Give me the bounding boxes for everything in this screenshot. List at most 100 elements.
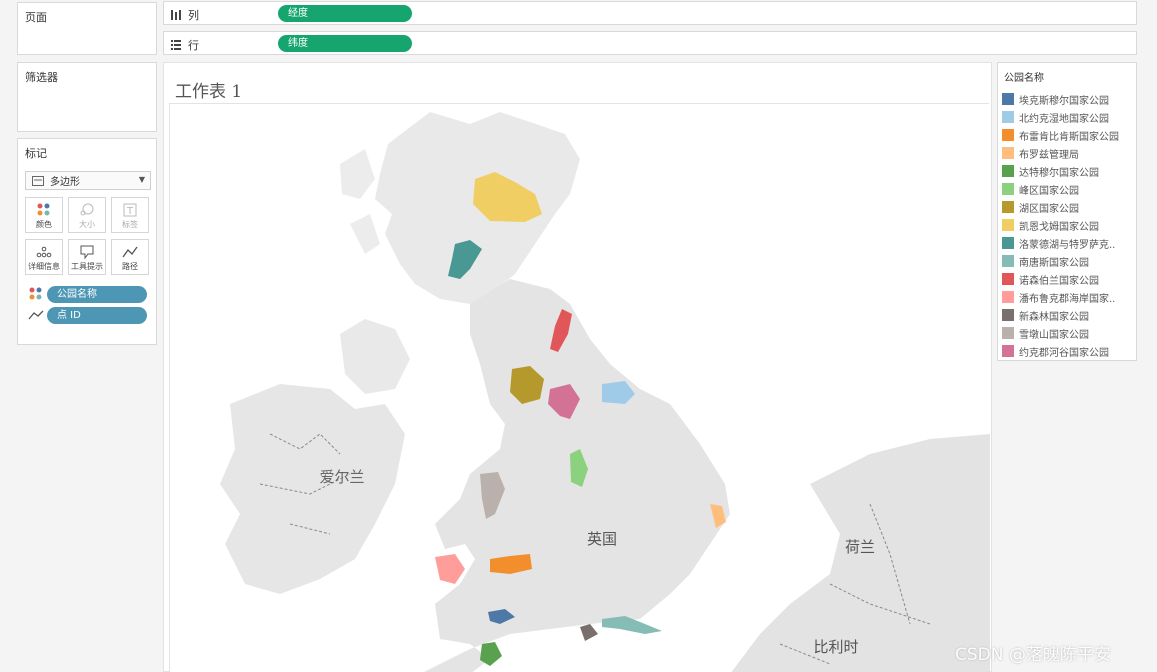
legend-item[interactable]: 布雷肯比肯斯国家公园 [1002, 127, 1119, 143]
landmass-islands [340, 149, 380, 254]
legend-swatch [1002, 273, 1014, 285]
color-pill-row: 公园名称 [28, 285, 147, 303]
latitude-pill[interactable]: 纬度 [278, 35, 412, 52]
pages-panel[interactable]: 页面 [17, 2, 157, 55]
legend-swatch [1002, 147, 1014, 159]
map-label-uk: 英国 [587, 530, 617, 548]
marks-title: 标记 [25, 147, 47, 160]
detail-icon [36, 246, 52, 258]
marks-panel: 标记 多边形 ▼ 颜色 大小 T 标签 详细信息 工具提示 路径 公园名称 点 … [17, 138, 157, 345]
legend-swatch [1002, 237, 1014, 249]
columns-icon [171, 10, 181, 20]
detail-button-label: 详细信息 [28, 262, 60, 271]
mark-type-label: 多边形 [50, 177, 80, 188]
columns-label-group: 列 [170, 7, 199, 23]
legend-swatch [1002, 165, 1014, 177]
landmass-northern-ireland [340, 319, 410, 394]
legend-item[interactable]: 布罗兹管理局 [1002, 145, 1079, 161]
worksheet-title[interactable]: 工作表 1 [175, 77, 242, 102]
tooltip-button-label: 工具提示 [71, 262, 103, 271]
legend-item-label: 新森林国家公园 [1019, 311, 1089, 323]
label-icon: T [123, 203, 137, 217]
size-button[interactable]: 大小 [68, 197, 106, 233]
legend-item[interactable]: 北约克湿地国家公园 [1002, 109, 1109, 125]
pages-title: 页面 [25, 11, 47, 24]
path-icon [28, 310, 44, 320]
label-button[interactable]: T 标签 [111, 197, 149, 233]
legend-item[interactable]: 雪墩山国家公园 [1002, 325, 1089, 341]
legend-swatch [1002, 327, 1014, 339]
columns-shelf[interactable]: 列 经度 [163, 1, 1137, 25]
map-label-ireland: 爱尔兰 [319, 468, 364, 486]
columns-label: 列 [188, 9, 199, 22]
legend-item[interactable]: 湖区国家公园 [1002, 199, 1079, 215]
tooltip-button[interactable]: 工具提示 [68, 239, 106, 275]
legend-swatch [1002, 291, 1014, 303]
chevron-down-icon: ▼ [138, 175, 145, 184]
legend-item[interactable]: 埃克斯穆尔国家公园 [1002, 91, 1109, 107]
color-button-label: 颜色 [36, 220, 52, 229]
longitude-pill[interactable]: 经度 [278, 5, 412, 22]
legend-item-label: 洛蒙德湖与特罗萨克.. [1019, 239, 1116, 251]
legend-item[interactable]: 峰区国家公园 [1002, 181, 1079, 197]
color-button[interactable]: 颜色 [25, 197, 63, 233]
filters-panel[interactable]: 筛选器 [17, 62, 157, 132]
legend-swatch [1002, 111, 1014, 123]
tooltip-icon [80, 245, 94, 259]
point-id-pill[interactable]: 点 ID [47, 306, 147, 324]
legend-item[interactable]: 凯恩戈姆国家公园 [1002, 217, 1099, 233]
map-canvas[interactable]: 爱尔兰 英国 荷兰 比利时 [170, 104, 990, 672]
legend-item-label: 峰区国家公园 [1019, 185, 1079, 197]
label-button-label: 标签 [122, 220, 138, 229]
legend-item-label: 布雷肯比肯斯国家公园 [1019, 131, 1119, 143]
legend-swatch [1002, 309, 1014, 321]
color-icon [37, 203, 50, 216]
rows-label-group: 行 [170, 37, 199, 53]
color-icon [29, 287, 42, 300]
size-icon [80, 203, 94, 216]
legend-item-label: 潘布鲁克郡海岸国家.. [1019, 293, 1116, 305]
map-label-netherlands: 荷兰 [845, 538, 875, 556]
park-name-pill[interactable]: 公园名称 [47, 285, 147, 303]
legend-item-label: 凯恩戈姆国家公园 [1019, 221, 1099, 233]
size-button-label: 大小 [79, 220, 95, 229]
path-icon [122, 246, 138, 258]
park-new-forest [580, 624, 598, 641]
legend-item-label: 埃克斯穆尔国家公园 [1019, 95, 1109, 107]
tableau-workspace: 页面 筛选器 标记 多边形 ▼ 颜色 大小 T 标签 详细信息 工具提示 路径 … [0, 0, 1157, 672]
map-view[interactable]: 爱尔兰 英国 荷兰 比利时 [169, 103, 990, 672]
mark-type-dropdown[interactable]: 多边形 ▼ [25, 171, 151, 190]
legend-item-label: 湖区国家公园 [1019, 203, 1079, 215]
legend-item-label: 北约克湿地国家公园 [1019, 113, 1109, 125]
legend-item-label: 南唐斯国家公园 [1019, 257, 1089, 269]
polygon-icon [32, 175, 44, 186]
svg-text:T: T [126, 206, 134, 217]
legend-item[interactable]: 洛蒙德湖与特罗萨克.. [1002, 235, 1115, 251]
worksheet: 工作表 1 爱尔兰 英国 荷兰 比利时 [163, 62, 992, 672]
legend-item-label: 布罗兹管理局 [1019, 149, 1079, 161]
legend-item[interactable]: 新森林国家公园 [1002, 307, 1089, 323]
legend-swatch [1002, 219, 1014, 231]
legend-item-label: 雪墩山国家公园 [1019, 329, 1089, 341]
path-button-label: 路径 [122, 262, 138, 271]
legend-item[interactable]: 潘布鲁克郡海岸国家.. [1002, 289, 1115, 305]
rows-icon [171, 40, 181, 50]
rows-shelf[interactable]: 行 纬度 [163, 31, 1137, 55]
legend-title: 公园名称 [1004, 73, 1044, 84]
map-label-belgium: 比利时 [813, 638, 858, 656]
filters-title: 筛选器 [25, 71, 58, 84]
path-button[interactable]: 路径 [111, 239, 149, 275]
legend-swatch [1002, 201, 1014, 213]
path-pill-row: 点 ID [28, 306, 147, 324]
watermark: CSDN @落魄陈平安 [955, 645, 1111, 665]
legend-item[interactable]: 达特穆尔国家公园 [1002, 163, 1099, 179]
legend-swatch [1002, 345, 1014, 357]
legend-item[interactable]: 南唐斯国家公园 [1002, 253, 1089, 269]
detail-button[interactable]: 详细信息 [25, 239, 63, 275]
legend-item-label: 达特穆尔国家公园 [1019, 167, 1099, 179]
legend-swatch [1002, 129, 1014, 141]
legend-swatch [1002, 93, 1014, 105]
legend-item[interactable]: 诺森伯兰国家公园 [1002, 271, 1099, 287]
legend-item[interactable]: 约克郡河谷国家公园 [1002, 343, 1109, 359]
color-legend: 公园名称 埃克斯穆尔国家公园 北约克湿地国家公园 布雷肯比肯斯国家公园 布罗兹管… [997, 62, 1137, 361]
